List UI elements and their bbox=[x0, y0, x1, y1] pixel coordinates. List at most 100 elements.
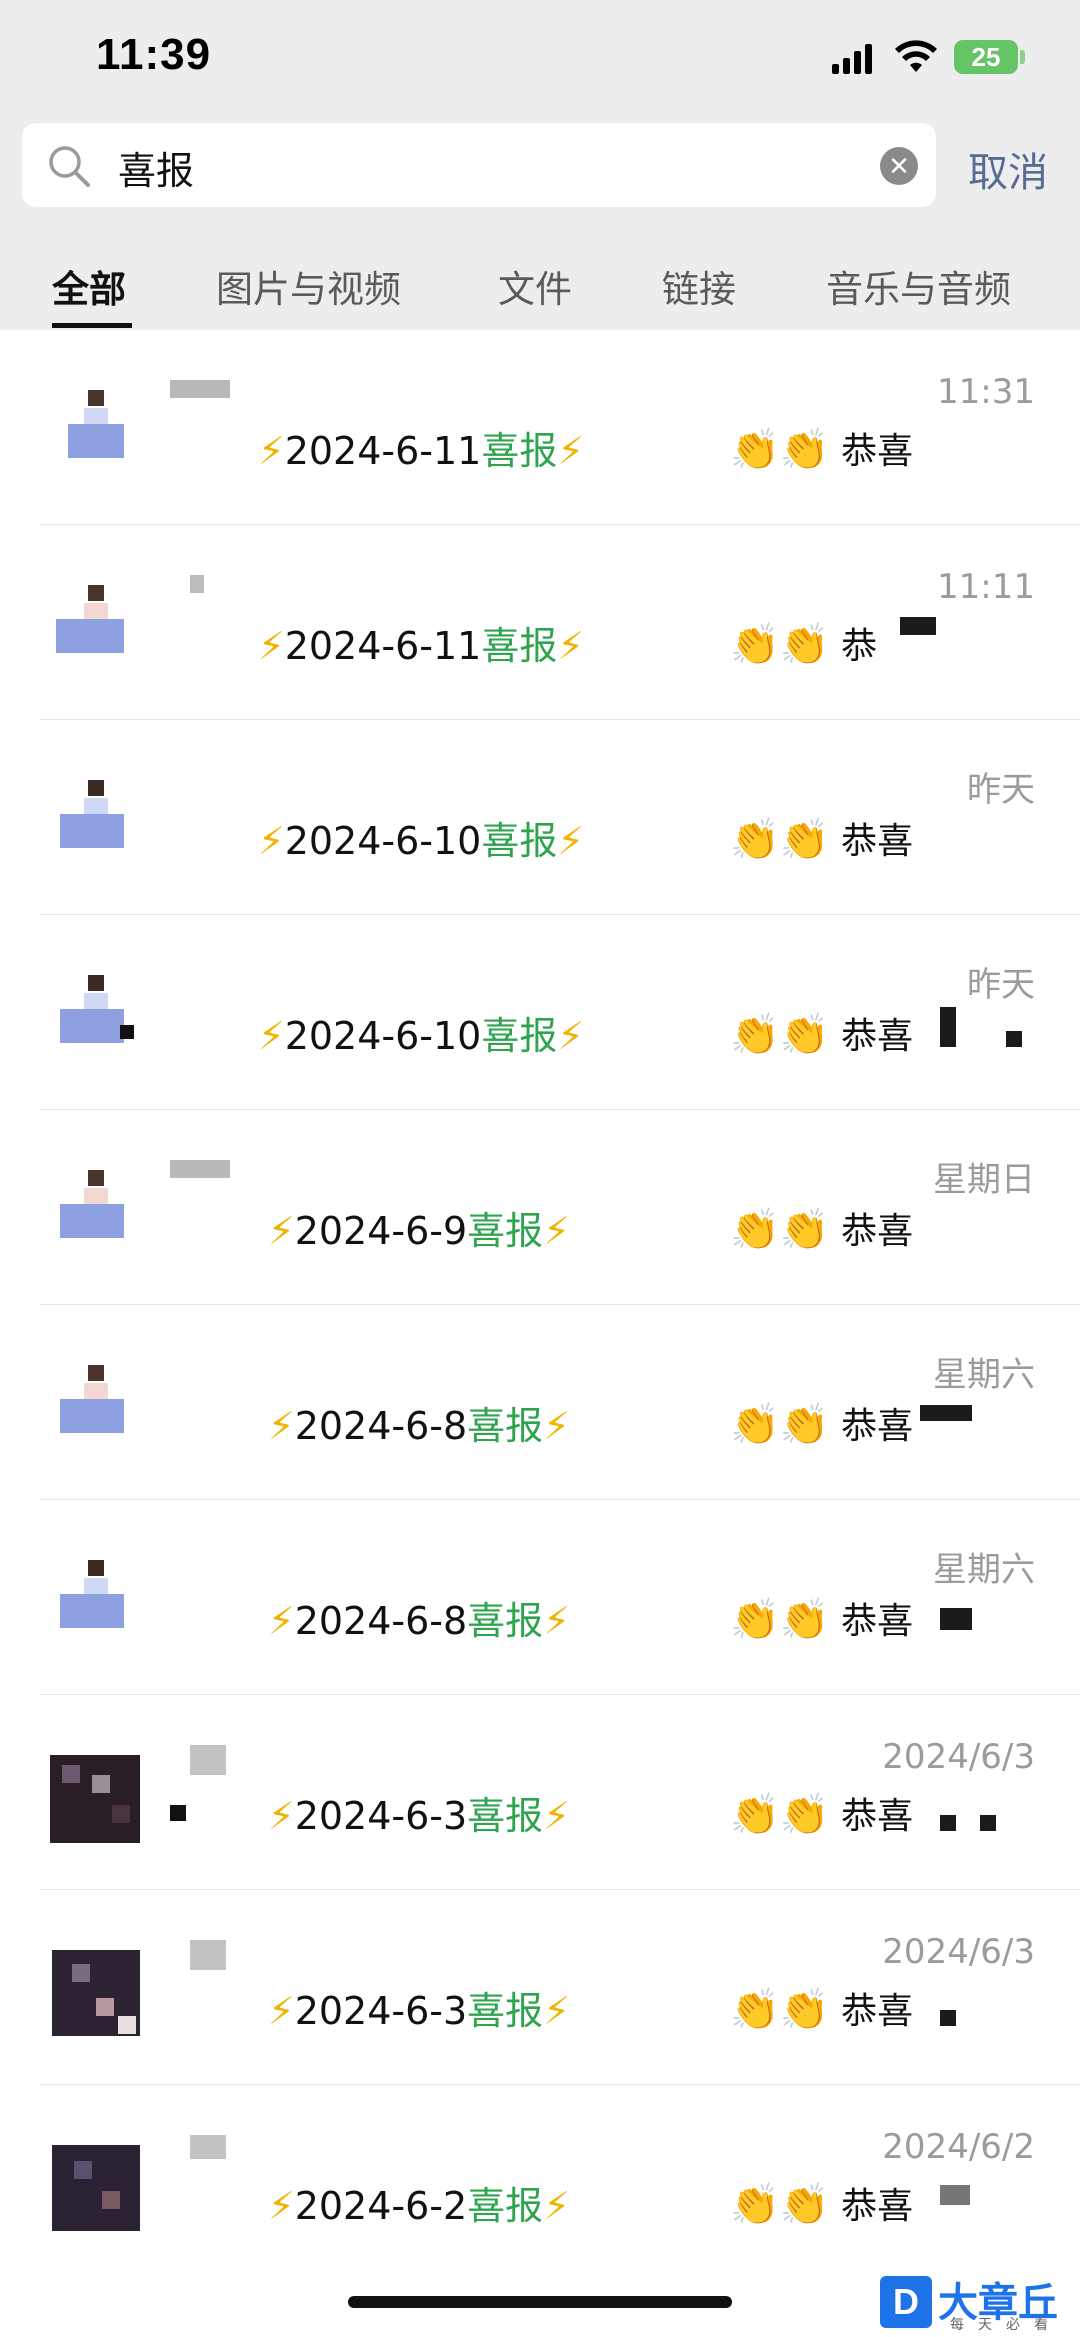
lightning-icon: ⚡ bbox=[258, 819, 285, 863]
avatar bbox=[52, 380, 140, 468]
lightning-icon: ⚡ bbox=[543, 1794, 570, 1838]
report-date: 2024-6-10 bbox=[284, 1014, 482, 1058]
message-preview: ⚡2024-6-11喜报⚡ bbox=[258, 420, 584, 475]
tab-images-videos[interactable]: 图片与视频 bbox=[216, 259, 401, 313]
status-time: 11:39 bbox=[96, 30, 212, 79]
redaction bbox=[940, 1608, 972, 1630]
list-item[interactable]: 昨天 ⚡2024-6-10喜报⚡ 👏👏 恭喜 bbox=[0, 720, 1080, 915]
sender-name-redacted bbox=[170, 2135, 250, 2159]
keyword-highlight: 喜报 bbox=[467, 1989, 544, 2033]
lightning-icon: ⚡ bbox=[543, 2184, 570, 2228]
redaction bbox=[900, 617, 936, 635]
message-time: 昨天 bbox=[967, 965, 1035, 1005]
clapping-hands-icon: 👏👏 bbox=[730, 1597, 830, 1643]
search-results-list: 11:31 ⚡2024-6-11喜报⚡ 👏👏 恭喜 11:11 ⚡2024-6-… bbox=[0, 330, 1080, 2280]
report-date: 2024-6-8 bbox=[294, 1599, 468, 1643]
message-preview: ⚡2024-6-10喜报⚡ bbox=[258, 1005, 584, 1060]
message-time: 11:31 bbox=[937, 372, 1035, 412]
report-date: 2024-6-11 bbox=[284, 624, 482, 668]
report-date: 2024-6-2 bbox=[294, 2184, 468, 2228]
redaction bbox=[920, 1405, 972, 1421]
avatar bbox=[52, 1355, 140, 1443]
battery-icon: 25 bbox=[954, 40, 1018, 74]
report-date: 2024-6-8 bbox=[294, 1404, 468, 1448]
congrats-text: 👏👏 恭喜 bbox=[730, 1402, 914, 1448]
active-tab-indicator bbox=[52, 323, 132, 328]
clapping-hands-icon: 👏👏 bbox=[730, 427, 830, 473]
list-item[interactable]: 昨天 ⚡2024-6-10喜报⚡ 👏👏 恭喜 bbox=[0, 915, 1080, 1110]
message-preview: ⚡2024-6-3喜报⚡ bbox=[268, 1980, 570, 2035]
clear-search-icon[interactable]: ✕ bbox=[880, 147, 918, 185]
message-preview: ⚡2024-6-3喜报⚡ bbox=[268, 1785, 570, 1840]
tab-all[interactable]: 全部 bbox=[52, 259, 126, 313]
message-time: 星期六 bbox=[933, 1355, 1035, 1395]
sender-name-redacted bbox=[120, 965, 250, 1039]
avatar bbox=[52, 1940, 140, 2036]
watermark-tagline: 每天必看 bbox=[950, 2317, 1062, 2333]
message-preview: ⚡2024-6-9喜报⚡ bbox=[268, 1200, 570, 1255]
avatar bbox=[52, 770, 140, 858]
cancel-button[interactable]: 取消 bbox=[968, 140, 1048, 198]
clapping-hands-icon: 👏👏 bbox=[730, 1402, 830, 1448]
congrats-text: 👏👏 恭喜 bbox=[730, 1792, 914, 1838]
lightning-icon: ⚡ bbox=[268, 1989, 295, 2033]
message-time: 星期日 bbox=[933, 1160, 1035, 1200]
redaction bbox=[1006, 1031, 1022, 1047]
status-bar: 11:39 25 bbox=[0, 0, 1080, 115]
message-preview: ⚡2024-6-2喜报⚡ bbox=[268, 2175, 570, 2230]
redaction bbox=[940, 1007, 956, 1047]
keyword-highlight: 喜报 bbox=[481, 429, 558, 473]
avatar bbox=[52, 1160, 140, 1248]
tab-files[interactable]: 文件 bbox=[498, 259, 572, 313]
message-time: 11:11 bbox=[937, 567, 1035, 607]
list-item[interactable]: 星期六 ⚡2024-6-8喜报⚡ 👏👏 恭喜 bbox=[0, 1500, 1080, 1695]
lightning-icon: ⚡ bbox=[557, 624, 585, 668]
lightning-icon: ⚡ bbox=[268, 1404, 295, 1448]
lightning-icon: ⚡ bbox=[557, 819, 585, 863]
lightning-icon: ⚡ bbox=[258, 429, 285, 473]
avatar bbox=[52, 1550, 140, 1638]
keyword-highlight: 喜报 bbox=[481, 819, 558, 863]
message-time: 2024/6/3 bbox=[882, 1737, 1035, 1777]
home-indicator[interactable] bbox=[348, 2296, 732, 2308]
sender-name-redacted bbox=[170, 380, 250, 400]
tab-links[interactable]: 链接 bbox=[662, 259, 736, 313]
message-preview: ⚡2024-6-10喜报⚡ bbox=[258, 810, 584, 865]
message-preview: ⚡2024-6-11喜报⚡ bbox=[258, 615, 584, 670]
list-item[interactable]: 11:31 ⚡2024-6-11喜报⚡ 👏👏 恭喜 bbox=[0, 330, 1080, 525]
sender-name-redacted bbox=[170, 1940, 250, 1970]
lightning-icon: ⚡ bbox=[268, 1209, 295, 1253]
lightning-icon: ⚡ bbox=[557, 429, 585, 473]
message-preview: ⚡2024-6-8喜报⚡ bbox=[268, 1395, 570, 1450]
lightning-icon: ⚡ bbox=[268, 1599, 295, 1643]
lightning-icon: ⚡ bbox=[543, 1599, 570, 1643]
list-item[interactable]: 2024/6/3 ⚡2024-6-3喜报⚡ 👏👏 恭喜 bbox=[0, 1695, 1080, 1890]
lightning-icon: ⚡ bbox=[268, 2184, 295, 2228]
list-item[interactable]: 星期日 ⚡2024-6-9喜报⚡ 👏👏 恭喜 bbox=[0, 1110, 1080, 1305]
message-preview: ⚡2024-6-8喜报⚡ bbox=[268, 1590, 570, 1645]
lightning-icon: ⚡ bbox=[543, 1209, 570, 1253]
watermark: D 大章丘 每天必看 bbox=[880, 2276, 1080, 2337]
sender-name-redacted bbox=[170, 1745, 250, 1821]
keyword-highlight: 喜报 bbox=[467, 2184, 544, 2228]
tab-music-audio[interactable]: 音乐与音频 bbox=[826, 259, 1011, 313]
clapping-hands-icon: 👏👏 bbox=[730, 1987, 830, 2033]
list-item[interactable]: 星期六 ⚡2024-6-8喜报⚡ 👏👏 恭喜 bbox=[0, 1305, 1080, 1500]
list-item[interactable]: 2024/6/2 ⚡2024-6-2喜报⚡ 👏👏 恭喜 bbox=[0, 2085, 1080, 2280]
search-query: 喜报 bbox=[118, 149, 195, 193]
lightning-icon: ⚡ bbox=[258, 624, 285, 668]
congrats-text: 👏👏 恭喜 bbox=[730, 1597, 914, 1643]
clapping-hands-icon: 👏👏 bbox=[730, 1792, 830, 1838]
lightning-icon: ⚡ bbox=[543, 1989, 570, 2033]
list-item[interactable]: 11:11 ⚡2024-6-11喜报⚡ 👏👏 恭 bbox=[0, 525, 1080, 720]
list-item[interactable]: 2024/6/3 ⚡2024-6-3喜报⚡ 👏👏 恭喜 bbox=[0, 1890, 1080, 2085]
search-icon bbox=[49, 146, 90, 187]
keyword-highlight: 喜报 bbox=[481, 624, 558, 668]
lightning-icon: ⚡ bbox=[268, 1794, 295, 1838]
message-time: 星期六 bbox=[933, 1550, 1035, 1590]
redaction bbox=[940, 2185, 970, 2205]
lightning-icon: ⚡ bbox=[258, 1014, 285, 1058]
search-input[interactable]: 喜报 ✕ bbox=[22, 123, 936, 207]
sender-name-redacted bbox=[170, 1160, 250, 1180]
congrats-text: 👏👏 恭喜 bbox=[730, 427, 914, 473]
